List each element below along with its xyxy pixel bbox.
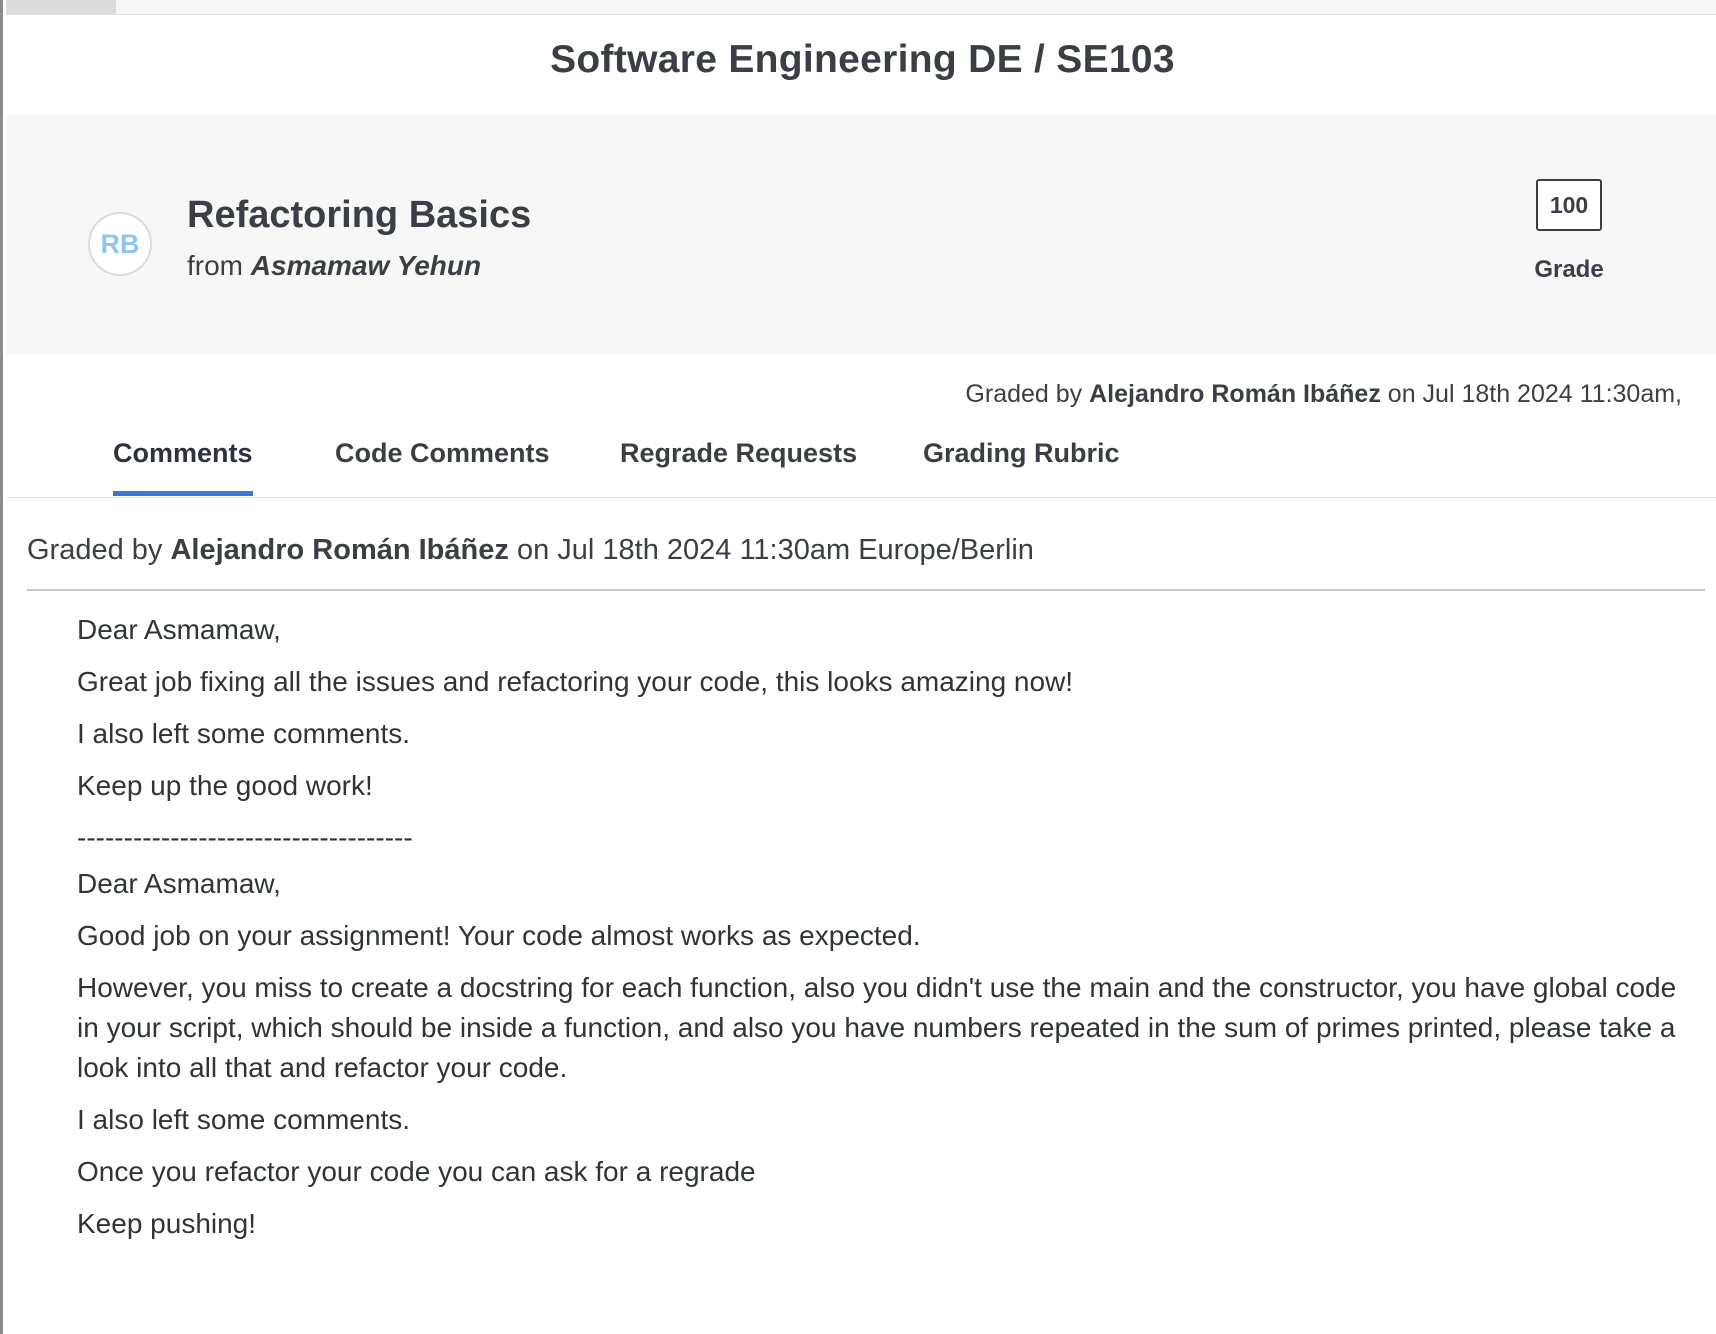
course-title: Software Engineering DE / SE103: [550, 38, 1175, 81]
tab-comments[interactable]: Comments: [113, 438, 253, 496]
comment-line: I also left some comments.: [77, 1104, 411, 1135]
comment-meta: Graded by Alejandro Román Ibáñez on Jul …: [27, 534, 1034, 567]
comment-meta-grader: Alejandro Román Ibáñez: [170, 534, 509, 566]
assignment-title: Refactoring Basics: [187, 194, 532, 236]
tab-regrade-requests[interactable]: Regrade Requests: [620, 438, 857, 491]
tab-code-comments[interactable]: Code Comments: [335, 438, 550, 491]
page-frame: Software Engineering DE / SE103 RB Refac…: [0, 0, 1716, 1334]
comment-body: Dear Asmamaw, Great job fixing all the i…: [77, 610, 1697, 1256]
assignment-header: RB Refactoring Basics from Asmamaw Yehun…: [6, 114, 1716, 354]
comment-line: Keep up the good work!: [77, 770, 373, 801]
from-label: from: [187, 250, 243, 281]
assignment-author-line: from Asmamaw Yehun: [187, 250, 481, 282]
tab-bar: Comments Code Comments Regrade Requests …: [6, 428, 1716, 498]
graded-summary: Graded by Alejandro Román Ibáñez on Jul …: [965, 380, 1682, 409]
comment-meta-prefix: Graded by: [27, 534, 163, 566]
author-name: Asmamaw Yehun: [250, 250, 482, 281]
graded-summary-suffix: on Jul 18th 2024 11:30am,: [1387, 380, 1682, 408]
top-tab-indicator[interactable]: [6, 0, 116, 14]
grade-value: 100: [1536, 179, 1602, 231]
comment-line: However, you miss to create a docstring …: [77, 972, 1677, 1083]
top-strip: [6, 0, 1716, 15]
grade-label: Grade: [1534, 256, 1604, 283]
comment-line: I also left some comments.: [77, 718, 411, 749]
tab-grading-rubric[interactable]: Grading Rubric: [923, 438, 1120, 491]
comment-line: Once you refactor your code you can ask …: [77, 1156, 756, 1187]
comment-meta-suffix: on Jul 18th 2024 11:30am Europe/Berlin: [516, 534, 1034, 566]
comment-divider: [27, 589, 1705, 591]
comment-separator: ------------------------------------: [77, 822, 413, 853]
comment-line: Good job on your assignment! Your code a…: [77, 920, 921, 951]
graded-summary-grader: Alejandro Román Ibáñez: [1089, 380, 1381, 408]
comment-line: Dear Asmamaw,: [77, 614, 281, 645]
graded-summary-prefix: Graded by: [965, 380, 1083, 408]
avatar: RB: [88, 212, 152, 276]
comment-line: Dear Asmamaw,: [77, 868, 281, 899]
comment-line: Great job fixing all the issues and refa…: [77, 666, 1074, 697]
comment-line: Keep pushing!: [77, 1208, 257, 1239]
